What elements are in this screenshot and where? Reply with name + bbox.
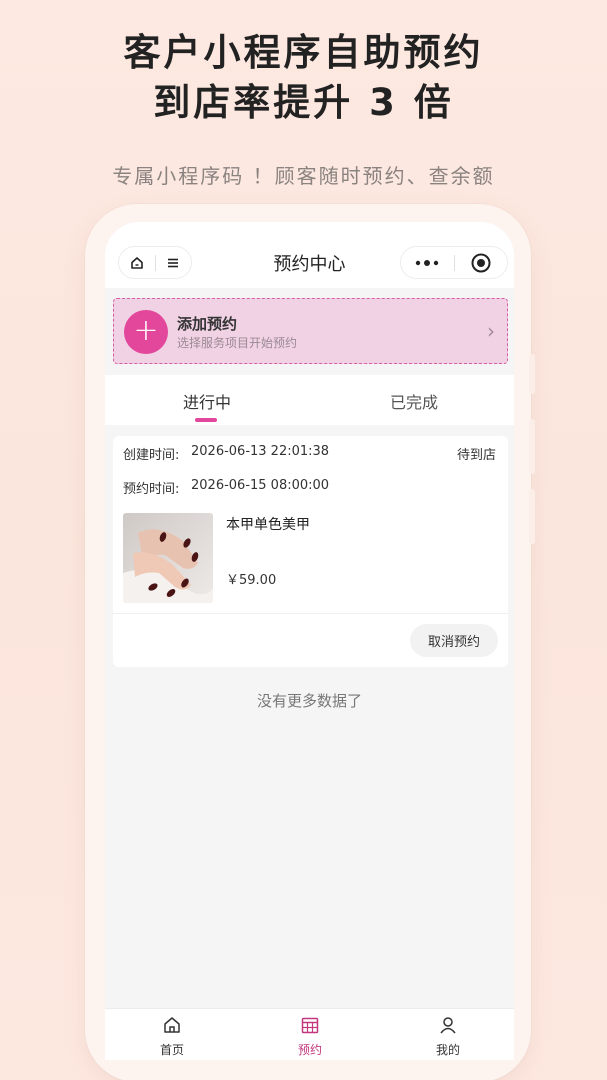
cancel-appointment-button[interactable]: 取消预约	[410, 624, 498, 657]
add-appointment-card[interactable]: + 添加预约 选择服务项目开始预约 ›	[113, 298, 508, 364]
app-screen: 预约中心 + 添加预约 选择服务项目开始预约 › 进行中 已完成 创建时间: 2…	[105, 222, 514, 1060]
appointment-time-label: 预约时间:	[123, 482, 180, 497]
status-badge: 待到店	[456, 448, 496, 463]
order-card[interactable]: 创建时间: 2026-06-13 22:01:38 待到店 预约时间: 2026…	[113, 436, 508, 667]
phone-side-button	[529, 354, 535, 394]
user-icon	[438, 1017, 458, 1039]
chevron-right-icon: ›	[487, 319, 495, 343]
status-tabs: 进行中 已完成	[105, 375, 514, 425]
divider	[113, 613, 508, 614]
active-tab-indicator	[195, 418, 217, 422]
more-icon[interactable]	[401, 259, 454, 267]
tabbar-label: 首页	[159, 1043, 184, 1057]
product-price: ￥59.00	[226, 573, 277, 588]
home-icon	[162, 1017, 182, 1039]
tabbar-item-mine[interactable]: 我的	[408, 1015, 488, 1058]
tabbar-label: 预约	[297, 1043, 322, 1057]
plus-icon: +	[124, 310, 168, 354]
headline-line-1: 客户小程序自助预约	[123, 31, 484, 74]
tab-completed[interactable]: 已完成	[390, 389, 438, 413]
product-name: 本甲单色美甲	[226, 517, 310, 533]
created-time-value: 2026-06-13 22:01:38	[191, 444, 330, 459]
bottom-tabbar: 首页 预约 我的	[105, 1008, 514, 1060]
nav-capsule-right	[400, 246, 508, 279]
headline-line-2: 到店率提升 3 倍	[153, 81, 454, 124]
product-image	[123, 513, 213, 603]
no-more-data-text: 没有更多数据了	[256, 692, 362, 710]
add-appointment-title: 添加预约	[177, 315, 238, 333]
phone-side-button	[529, 489, 535, 544]
created-time-label: 创建时间:	[123, 448, 180, 463]
promo-subtitle: 专属小程序码 ！顾客随时预约、查余额	[112, 164, 495, 188]
target-icon[interactable]	[455, 253, 508, 273]
tabbar-item-home[interactable]: 首页	[132, 1015, 212, 1058]
tabbar-label: 我的	[435, 1043, 460, 1057]
tabbar-item-appointments[interactable]: 预约	[270, 1015, 350, 1058]
navbar: 预约中心	[105, 222, 514, 288]
phone-side-button	[529, 419, 535, 474]
add-appointment-subtitle: 选择服务项目开始预约	[177, 336, 298, 350]
promo-headline: 客户小程序自助预约 到店率提升 3 倍	[0, 28, 607, 128]
tab-in-progress[interactable]: 进行中	[183, 389, 231, 413]
appointment-time-value: 2026-06-15 08:00:00	[191, 478, 330, 493]
calendar-icon	[300, 1017, 320, 1039]
